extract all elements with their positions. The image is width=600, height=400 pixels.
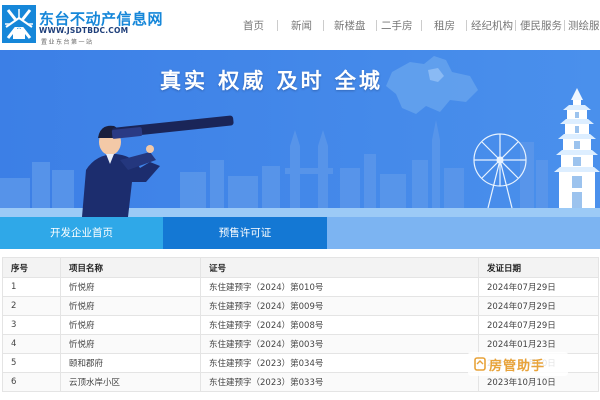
cell-issue-date: 2024年07月29日: [478, 296, 599, 316]
watermark-text: 房管助手: [489, 358, 546, 374]
cell-issue-date: 2024年01月23日: [478, 334, 599, 354]
cell-index: 6: [2, 372, 61, 392]
cell-project-name[interactable]: 忻悦府: [60, 334, 201, 354]
cell-project-name[interactable]: 忻悦府: [60, 315, 201, 335]
cell-permit-number[interactable]: 东住建预字（2024）第010号: [200, 277, 479, 297]
column-header-permit-no: 证号: [200, 257, 479, 278]
table-row[interactable]: 2 忻悦府 东住建预字（2024）第009号 2024年07月29日: [2, 296, 599, 316]
tab-developer-home[interactable]: 开发企业首页: [0, 217, 163, 249]
hero-banner: 真实 权威 及时 全城: [0, 50, 600, 217]
cell-issue-date: 2024年07月29日: [478, 277, 599, 297]
tab-bar: 开发企业首页 预售许可证: [0, 217, 600, 249]
cell-permit-number[interactable]: 东住建预字（2024）第003号: [200, 334, 479, 354]
nav-item-agencies[interactable]: 经纪机构: [471, 18, 513, 33]
table-header-row: 序号 项目名称 证号 发证日期: [2, 257, 599, 278]
site-url: WWW.JSDTBDC.COM: [39, 26, 129, 35]
nav-item-resale[interactable]: 二手房: [381, 18, 413, 33]
nav-divider: [515, 20, 516, 31]
table-row[interactable]: 3 忻悦府 东住建预字（2024）第008号 2024年07月29日: [2, 315, 599, 335]
nav-item-services[interactable]: 便民服务: [520, 18, 562, 33]
watermark-badge: 房管助手: [468, 352, 568, 376]
cell-permit-number[interactable]: 东住建预字（2023）第033号: [200, 372, 479, 392]
column-header-project: 项目名称: [60, 257, 201, 278]
nav-item-news[interactable]: 新闻: [291, 18, 312, 33]
column-header-issue-date: 发证日期: [478, 257, 599, 278]
nav-divider: [466, 20, 467, 31]
banner-headline: 真实 权威 及时 全城: [160, 69, 383, 93]
cell-project-name[interactable]: 忻悦府: [60, 277, 201, 297]
cell-permit-number[interactable]: 东住建预字（2024）第008号: [200, 315, 479, 335]
nav-item-rental[interactable]: 租房: [434, 18, 455, 33]
nav-divider: [277, 20, 278, 31]
cell-permit-number[interactable]: 东住建预字（2023）第034号: [200, 353, 479, 373]
tab-presale-permit[interactable]: 预售许可证: [163, 217, 327, 249]
site-header: 东台不动产信息网 WWW.JSDTBDC.COM 置业东台第一站 首页 新闻 新…: [0, 0, 600, 50]
cell-project-name[interactable]: 云顶水岸小区: [60, 372, 201, 392]
cell-index: 4: [2, 334, 61, 354]
cell-issue-date: 2024年07月29日: [478, 315, 599, 335]
cell-index: 3: [2, 315, 61, 335]
nav-divider: [376, 20, 377, 31]
nav-divider: [564, 20, 565, 31]
nav-divider: [323, 20, 324, 31]
house-icon: [474, 357, 486, 371]
site-slogan: 置业东台第一站: [41, 39, 94, 46]
nav-item-home[interactable]: 首页: [243, 18, 264, 33]
column-header-index: 序号: [2, 257, 61, 278]
nav-item-new-homes[interactable]: 新楼盘: [334, 18, 366, 33]
cell-index: 2: [2, 296, 61, 316]
table-row[interactable]: 4 忻悦府 东住建预字（2024）第003号 2024年01月23日: [2, 334, 599, 354]
nav-item-surveying[interactable]: 测绘服务: [568, 18, 600, 33]
cell-project-name[interactable]: 忻悦府: [60, 296, 201, 316]
cell-index: 5: [2, 353, 61, 373]
logo-icon[interactable]: [2, 5, 36, 43]
cell-project-name[interactable]: 颐和郡府: [60, 353, 201, 373]
nav-divider: [421, 20, 422, 31]
cell-permit-number[interactable]: 东住建预字（2024）第009号: [200, 296, 479, 316]
table-row[interactable]: 1 忻悦府 东住建预字（2024）第010号 2024年07月29日: [2, 277, 599, 297]
cell-index: 1: [2, 277, 61, 297]
